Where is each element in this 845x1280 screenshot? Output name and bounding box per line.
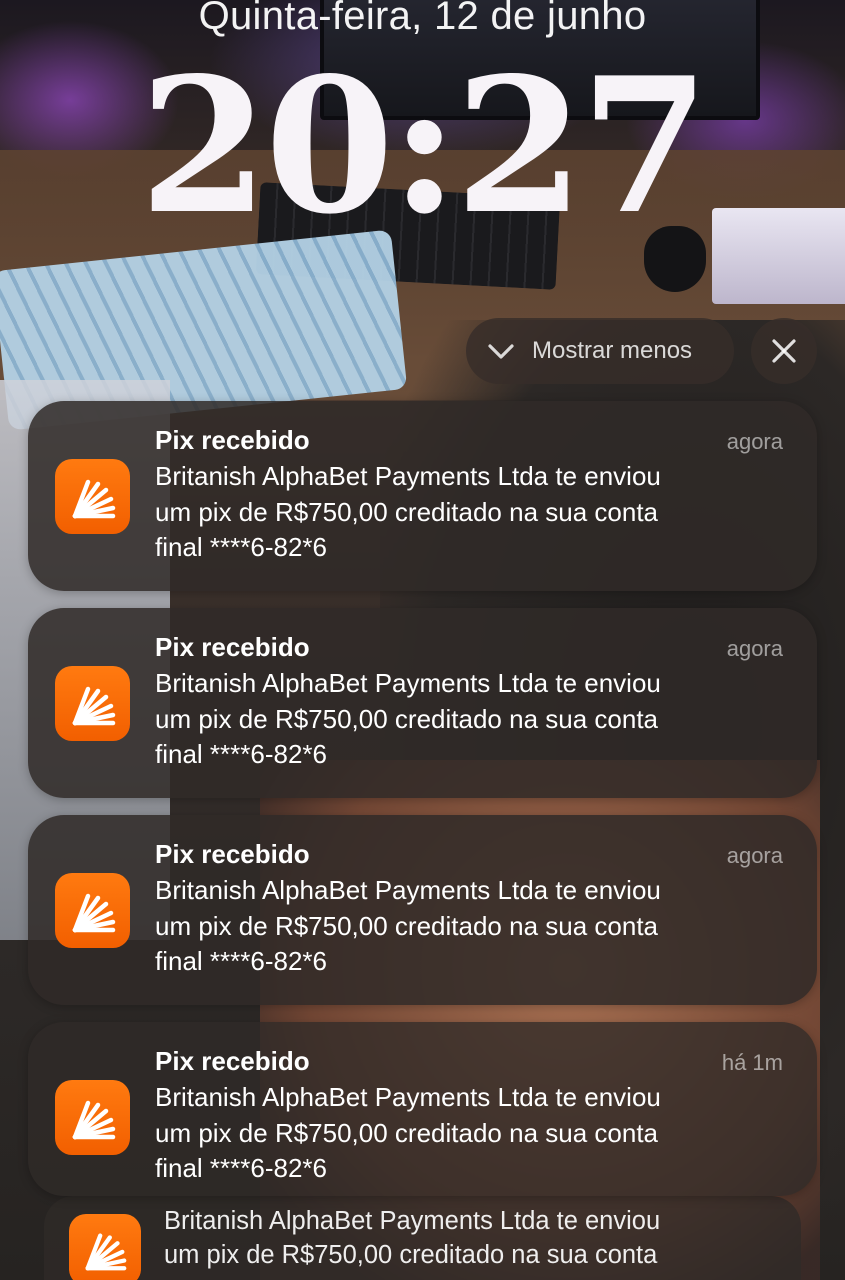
notification-title: Pix recebido bbox=[155, 632, 310, 662]
stacked-notification-card[interactable]: Britanish AlphaBet Payments Ltda te envi… bbox=[44, 1196, 801, 1280]
notification-time: agora bbox=[726, 843, 783, 868]
notification-body: Britanish AlphaBet Payments Ltda te envi… bbox=[155, 668, 661, 769]
notification-card[interactable]: Pix recebido agora Britanish AlphaBet Pa… bbox=[28, 401, 817, 591]
lock-screen-date: Quinta-feira, 12 de junho bbox=[198, 0, 647, 38]
notification-body: Britanish AlphaBet Payments Ltda te envi… bbox=[164, 1207, 661, 1269]
close-icon bbox=[772, 339, 796, 363]
bank-app-icon bbox=[55, 1080, 130, 1155]
notification-title: Pix recebido bbox=[155, 1046, 310, 1076]
lock-screen-time: 20:27 bbox=[139, 36, 709, 255]
chevron-down-icon bbox=[488, 344, 514, 359]
notification-time: agora bbox=[726, 636, 783, 661]
notification-body: Britanish AlphaBet Payments Ltda te envi… bbox=[155, 875, 661, 976]
show-less-label: Mostrar menos bbox=[532, 337, 693, 364]
bank-app-icon bbox=[55, 459, 130, 534]
notification-body: Britanish AlphaBet Payments Ltda te envi… bbox=[155, 1082, 661, 1183]
notification-body: Britanish AlphaBet Payments Ltda te envi… bbox=[155, 461, 661, 562]
notification-time: agora bbox=[726, 429, 783, 454]
notification-card[interactable]: Pix recebido há 1m Britanish AlphaBet Pa… bbox=[28, 1022, 817, 1196]
notification-title: Pix recebido bbox=[155, 425, 310, 455]
show-less-button[interactable]: Mostrar menos bbox=[466, 318, 734, 384]
notification-title: Pix recebido bbox=[155, 839, 310, 869]
clear-notifications-button[interactable] bbox=[751, 318, 817, 384]
notification-time: há 1m bbox=[721, 1050, 783, 1075]
notification-card[interactable]: Pix recebido agora Britanish AlphaBet Pa… bbox=[28, 608, 817, 798]
notification-card[interactable]: Pix recebido agora Britanish AlphaBet Pa… bbox=[28, 815, 817, 1005]
bank-app-icon bbox=[55, 873, 130, 948]
bank-app-icon bbox=[55, 666, 130, 741]
bank-app-icon bbox=[69, 1214, 141, 1280]
